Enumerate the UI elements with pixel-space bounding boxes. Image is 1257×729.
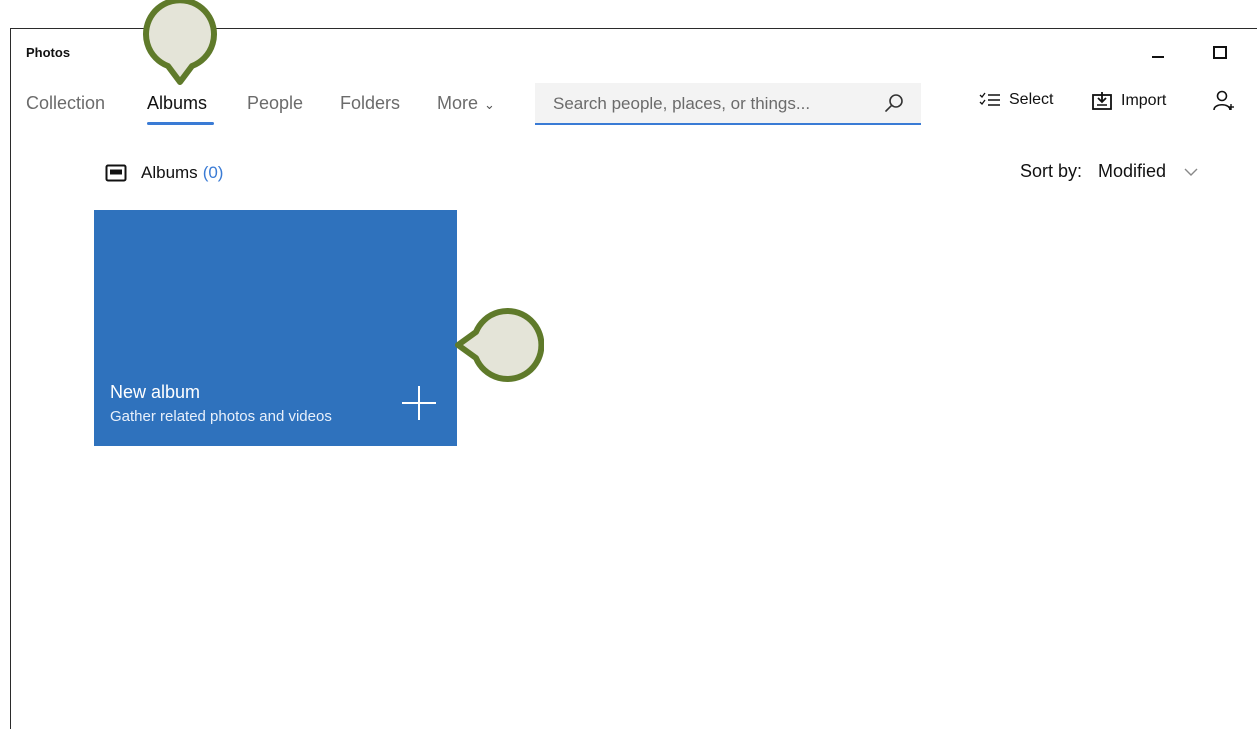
- new-album-subtitle: Gather related photos and videos: [110, 408, 332, 425]
- search-box[interactable]: [535, 83, 921, 125]
- maximize-icon: [1213, 45, 1227, 59]
- tab-collection[interactable]: Collection: [26, 93, 105, 114]
- album-icon: [105, 164, 127, 182]
- import-icon: [1092, 92, 1112, 110]
- import-button-label: Import: [1121, 92, 1167, 109]
- minimize-icon: [1152, 56, 1164, 58]
- search-icon[interactable]: [883, 92, 905, 114]
- tab-more-label: More: [437, 93, 479, 113]
- tab-people[interactable]: People: [247, 93, 303, 114]
- tab-albums[interactable]: Albums: [147, 93, 207, 114]
- maximize-button[interactable]: [1205, 37, 1235, 67]
- chevron-down-icon[interactable]: [1184, 167, 1198, 177]
- select-list-icon: [979, 92, 1000, 106]
- new-album-tile[interactable]: New album Gather related photos and vide…: [94, 210, 457, 446]
- sort-control: Sort by: Modified: [1020, 161, 1198, 182]
- active-tab-indicator: [147, 122, 214, 125]
- tab-folders[interactable]: Folders: [340, 93, 400, 114]
- minimize-button[interactable]: [1143, 37, 1173, 67]
- select-button[interactable]: Select: [979, 91, 1053, 109]
- sort-dropdown[interactable]: Modified: [1098, 161, 1166, 182]
- plus-icon: [402, 386, 436, 420]
- photos-window: Photos Collection Albums People Folders …: [10, 28, 1257, 729]
- import-button[interactable]: Import: [1091, 91, 1166, 111]
- sort-label: Sort by:: [1020, 161, 1083, 181]
- new-album-title: New album: [110, 382, 201, 402]
- albums-heading: Albums: [141, 163, 198, 182]
- select-button-label: Select: [1009, 91, 1054, 108]
- person-add-icon: [1213, 90, 1234, 111]
- account-button[interactable]: [1212, 89, 1244, 113]
- search-input[interactable]: [551, 83, 875, 125]
- chevron-down-icon: ⌄: [484, 97, 495, 112]
- tab-more[interactable]: More ⌄: [437, 93, 495, 114]
- window-title: Photos: [26, 45, 71, 60]
- callout-marker-albums: [143, 0, 217, 85]
- albums-section-header: Albums (0): [105, 163, 223, 183]
- albums-count: (0): [202, 163, 224, 182]
- callout-marker-new-album: [455, 308, 544, 382]
